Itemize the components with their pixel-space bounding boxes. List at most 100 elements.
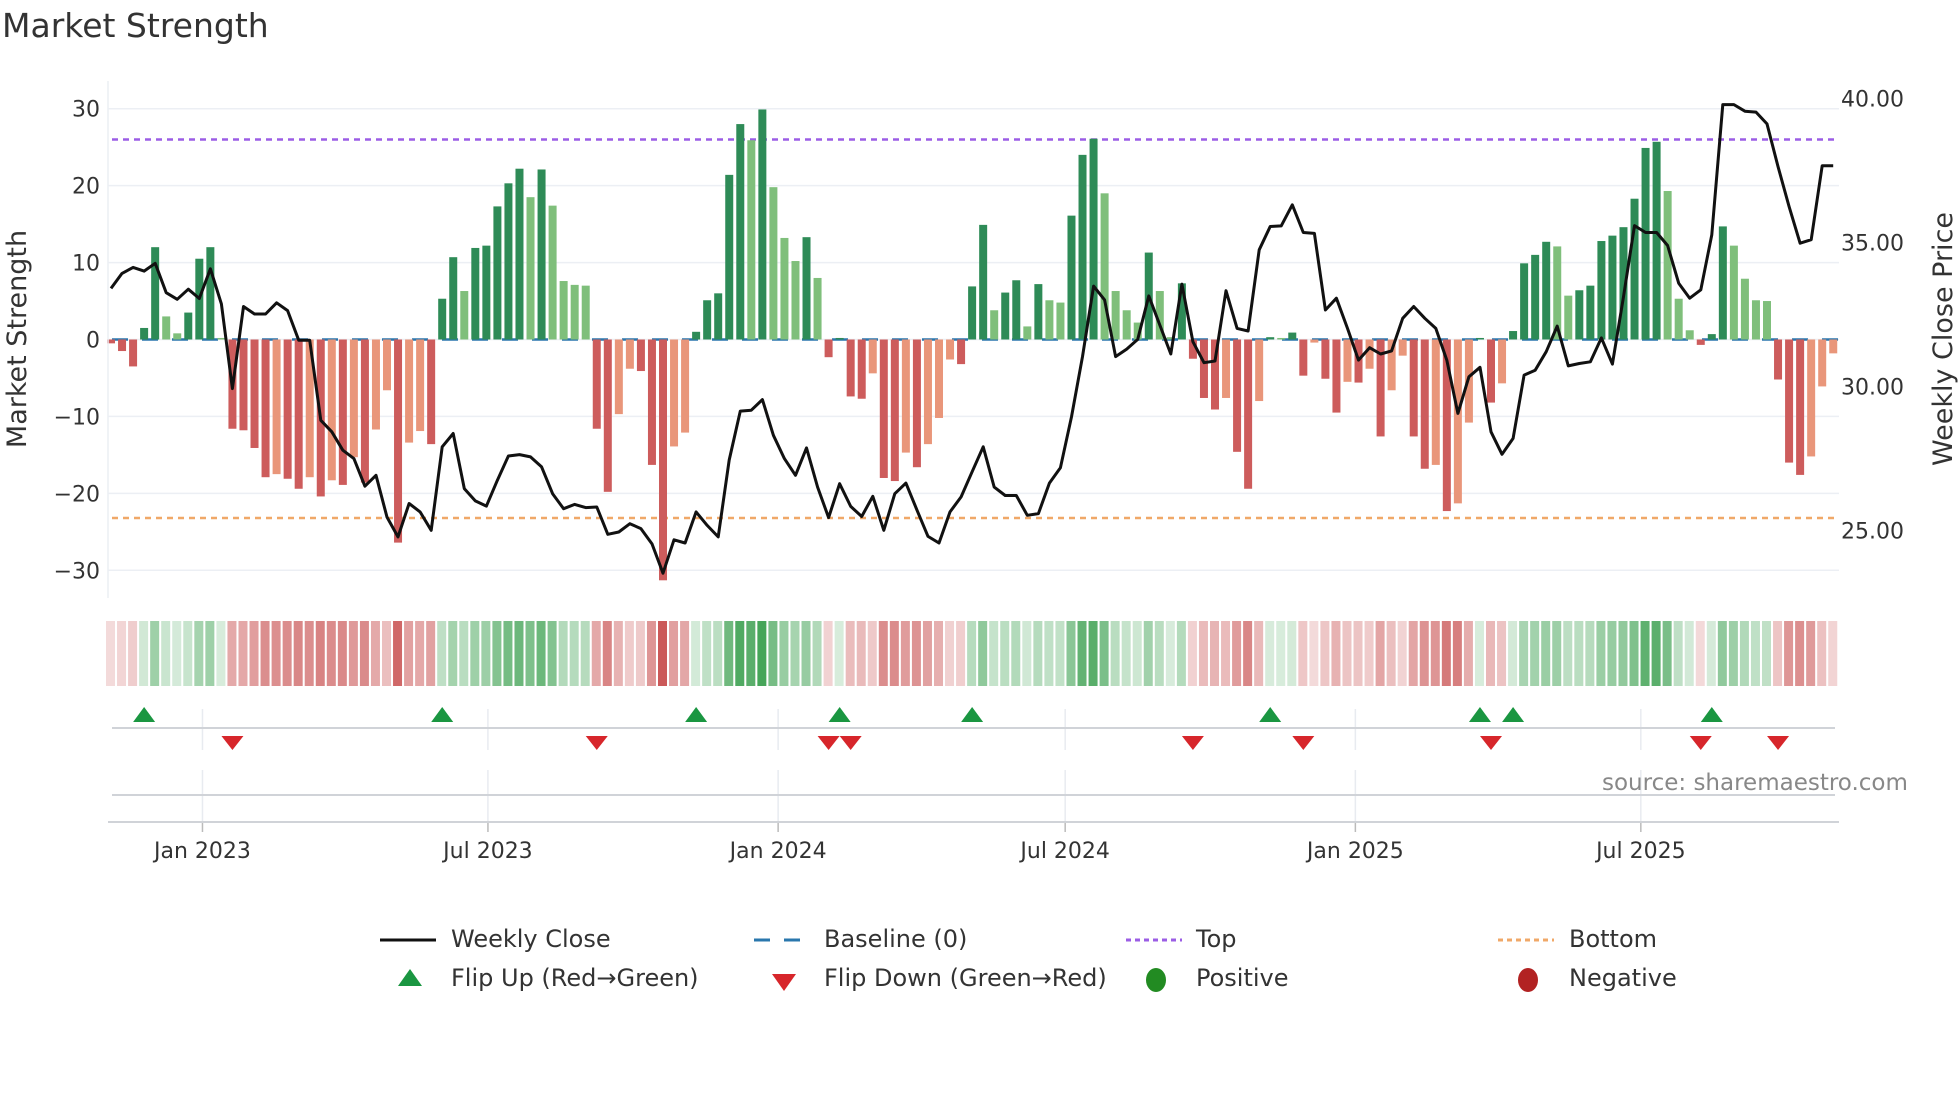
positive-bar bbox=[1564, 295, 1573, 340]
positive-bar bbox=[813, 277, 822, 340]
heat-cell bbox=[1486, 621, 1495, 686]
negative-bar bbox=[1398, 339, 1407, 356]
positive-bar bbox=[1520, 263, 1529, 340]
negative-bar bbox=[890, 339, 899, 482]
flip-up-marker bbox=[431, 707, 454, 722]
negative-bar bbox=[1807, 339, 1816, 457]
heat-cell bbox=[525, 621, 535, 686]
flip-up-marker bbox=[1468, 707, 1491, 722]
heat-cell bbox=[580, 621, 590, 686]
positive-dot-icon bbox=[1146, 968, 1166, 992]
positive-bar bbox=[581, 285, 590, 340]
heat-cell bbox=[459, 621, 469, 686]
heat-cell bbox=[1110, 621, 1120, 686]
positive-bar bbox=[504, 183, 513, 340]
heat-cell bbox=[106, 621, 115, 686]
positive-bar bbox=[692, 331, 701, 340]
heat-cell bbox=[404, 621, 414, 686]
heat-cell bbox=[1717, 621, 1727, 686]
heat-cell bbox=[1055, 621, 1065, 686]
negative-bar bbox=[1420, 339, 1429, 469]
negative-bar bbox=[1299, 339, 1308, 376]
heat-cell bbox=[1684, 621, 1694, 686]
heat-cell bbox=[1574, 621, 1584, 686]
positive-bar bbox=[184, 312, 193, 340]
heat-cell bbox=[1585, 621, 1595, 686]
positive-bar bbox=[140, 327, 149, 340]
y-tick-label: −30 bbox=[54, 559, 100, 584]
heat-cell bbox=[359, 621, 369, 686]
heat-cell bbox=[845, 621, 855, 686]
legend-positive: Positive bbox=[1196, 964, 1289, 992]
negative-bar bbox=[349, 339, 358, 458]
negative-bar bbox=[1696, 339, 1705, 345]
heat-cell bbox=[1530, 621, 1540, 686]
positive-bar bbox=[460, 291, 469, 340]
flip-up-marker bbox=[133, 707, 156, 722]
heat-cell bbox=[227, 621, 237, 686]
heat-cell bbox=[658, 621, 667, 686]
heat-cell bbox=[1552, 621, 1562, 686]
heat-cell bbox=[448, 621, 458, 686]
positive-bar bbox=[1001, 292, 1010, 340]
heat-cell bbox=[889, 621, 899, 686]
heat-cell bbox=[1497, 621, 1507, 686]
heat-cell bbox=[282, 621, 292, 686]
heat-cell bbox=[1077, 621, 1087, 686]
heat-cell bbox=[922, 621, 932, 686]
heat-cell bbox=[768, 621, 778, 686]
heat-cell bbox=[1154, 621, 1164, 686]
y2-tick-label: 40.00 bbox=[1841, 87, 1904, 112]
negative-bar bbox=[371, 339, 380, 430]
flip-up-marker bbox=[685, 707, 708, 722]
negative-bar bbox=[1785, 339, 1794, 463]
heat-strip bbox=[106, 621, 1838, 686]
negative-bar bbox=[603, 339, 612, 492]
positive-bar bbox=[1652, 141, 1661, 340]
positive-bar bbox=[217, 337, 226, 340]
heat-cell bbox=[238, 621, 248, 686]
legend-baseline-swatch bbox=[754, 938, 810, 942]
heat-cell bbox=[437, 621, 447, 686]
negative-bar bbox=[129, 339, 138, 367]
flip-up-marker bbox=[1700, 707, 1723, 722]
heat-cell bbox=[117, 621, 127, 686]
flip-down-icon bbox=[772, 974, 796, 991]
negative-bar bbox=[294, 339, 303, 489]
heat-cell bbox=[1541, 621, 1551, 686]
heat-cell bbox=[470, 621, 480, 686]
negative-bar bbox=[879, 339, 888, 478]
heat-cell bbox=[1276, 621, 1286, 686]
positive-bar bbox=[1266, 337, 1275, 340]
heat-cell bbox=[878, 621, 888, 686]
negative-bar bbox=[1487, 339, 1495, 403]
y-tick-label: −10 bbox=[54, 405, 100, 430]
negative-bar bbox=[383, 339, 391, 391]
positive-bar bbox=[1531, 254, 1540, 340]
positive-bar bbox=[769, 187, 778, 340]
heat-cell bbox=[1243, 621, 1253, 686]
negative-bar bbox=[1829, 339, 1838, 354]
negative-bar bbox=[1796, 339, 1805, 475]
heat-cell bbox=[702, 621, 712, 686]
negative-bar bbox=[1409, 339, 1418, 437]
heat-cell bbox=[1673, 621, 1683, 686]
x-tick-label: Jan 2024 bbox=[728, 839, 827, 864]
negative-bar bbox=[1244, 339, 1253, 489]
heat-cell bbox=[1320, 621, 1330, 686]
heat-cell bbox=[128, 621, 138, 686]
positive-bar bbox=[1509, 331, 1518, 340]
positive-bar bbox=[206, 247, 215, 340]
heat-cell bbox=[382, 621, 391, 686]
positive-bar bbox=[1542, 241, 1551, 340]
heat-cell bbox=[558, 621, 568, 686]
positive-bar bbox=[548, 205, 557, 340]
heat-cell bbox=[1651, 621, 1661, 686]
positive-bar bbox=[968, 286, 977, 340]
y-tick-label: 10 bbox=[72, 252, 100, 277]
heat-cell bbox=[1474, 621, 1484, 686]
heat-cell bbox=[1176, 621, 1186, 686]
negative-bar bbox=[416, 339, 425, 432]
heat-cell bbox=[613, 621, 623, 686]
positive-bar bbox=[162, 316, 171, 340]
